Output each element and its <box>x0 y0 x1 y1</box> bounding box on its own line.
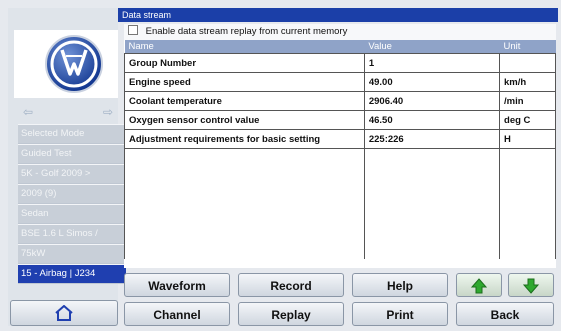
data-table: Name Value Unit Group Number 1 Engine sp… <box>124 40 556 259</box>
print-button[interactable]: Print <box>352 302 448 326</box>
row-name: Group Number <box>124 53 365 73</box>
sidebar-item-model[interactable]: 5K - Golf 2009 > <box>18 164 126 184</box>
table-row[interactable]: Coolant temperature 2906.40 /min <box>124 91 556 111</box>
table-header: Name Value Unit <box>124 40 556 54</box>
row-value: 49.00 <box>363 72 501 92</box>
replay-option[interactable]: Enable data stream replay from current m… <box>124 24 556 40</box>
back-button[interactable]: Back <box>456 302 554 326</box>
channel-button[interactable]: Channel <box>124 302 230 326</box>
row-name: Engine speed <box>124 72 365 92</box>
table-row[interactable]: Group Number 1 <box>124 53 556 73</box>
header-name: Name <box>124 40 365 54</box>
row-name: Adjustment requirements for basic settin… <box>124 129 365 149</box>
header-value: Value <box>364 40 500 54</box>
empty-cell <box>363 148 501 259</box>
home-icon <box>55 305 73 321</box>
sidebar-item-engine[interactable]: BSE 1.6 L Simos / <box>18 224 126 244</box>
header-unit: Unit <box>499 40 556 54</box>
empty-table-area <box>124 148 556 259</box>
row-name: Oxygen sensor control value <box>124 110 365 130</box>
nav-right-icon[interactable]: ⇨ <box>98 104 118 120</box>
row-unit: /min <box>499 91 556 111</box>
logo-box <box>14 30 118 98</box>
replay-label: Enable data stream replay from current m… <box>145 26 348 37</box>
scroll-down-button[interactable] <box>508 273 554 297</box>
row-name: Coolant temperature <box>124 91 365 111</box>
help-button[interactable]: Help <box>352 273 448 297</box>
row-value: 1 <box>363 53 501 73</box>
row-unit: deg C <box>499 110 556 130</box>
sidebar-item-body[interactable]: Sedan <box>18 204 126 224</box>
nav-left-icon[interactable]: ⇦ <box>18 104 38 120</box>
sidebar-item-power[interactable]: 75kW <box>18 244 126 264</box>
row-value: 46.50 <box>363 110 501 130</box>
empty-cell <box>499 148 556 259</box>
row-unit <box>499 53 556 73</box>
waveform-button[interactable]: Waveform <box>124 273 230 297</box>
sidebar-item-guided-test[interactable]: Guided Test <box>18 144 126 164</box>
nav-arrows: ⇦ ⇨ <box>18 104 122 120</box>
sidebar-item-selected-mode[interactable]: Selected Mode <box>18 124 126 144</box>
empty-cell <box>124 148 365 259</box>
sidebar-item-airbag[interactable]: 15 - Airbag | J234 <box>18 264 126 284</box>
home-button[interactable] <box>10 300 118 326</box>
replay-checkbox[interactable] <box>128 25 138 35</box>
scroll-up-button[interactable] <box>456 273 502 297</box>
arrow-up-icon <box>470 278 488 294</box>
app-frame: ⇦ ⇨ Selected Mode Guided Test 5K - Golf … <box>0 0 561 331</box>
data-table-panel: Enable data stream replay from current m… <box>124 24 556 268</box>
table-row[interactable]: Oxygen sensor control value 46.50 deg C <box>124 110 556 130</box>
row-unit: H <box>499 129 556 149</box>
table-row[interactable]: Engine speed 49.00 km/h <box>124 72 556 92</box>
left-panel: ⇦ ⇨ Selected Mode Guided Test 5K - Golf … <box>8 8 126 326</box>
replay-button[interactable]: Replay <box>238 302 344 326</box>
table-row[interactable]: Adjustment requirements for basic settin… <box>124 129 556 149</box>
row-value: 225:226 <box>363 129 501 149</box>
row-unit: km/h <box>499 72 556 92</box>
row-value: 2906.40 <box>363 91 501 111</box>
vw-logo <box>45 35 103 93</box>
record-button[interactable]: Record <box>238 273 344 297</box>
window-title: Data stream <box>118 8 558 22</box>
arrow-down-icon <box>522 278 540 294</box>
sidebar-list: Selected Mode Guided Test 5K - Golf 2009… <box>18 124 126 284</box>
sidebar-item-year[interactable]: 2009 (9) <box>18 184 126 204</box>
